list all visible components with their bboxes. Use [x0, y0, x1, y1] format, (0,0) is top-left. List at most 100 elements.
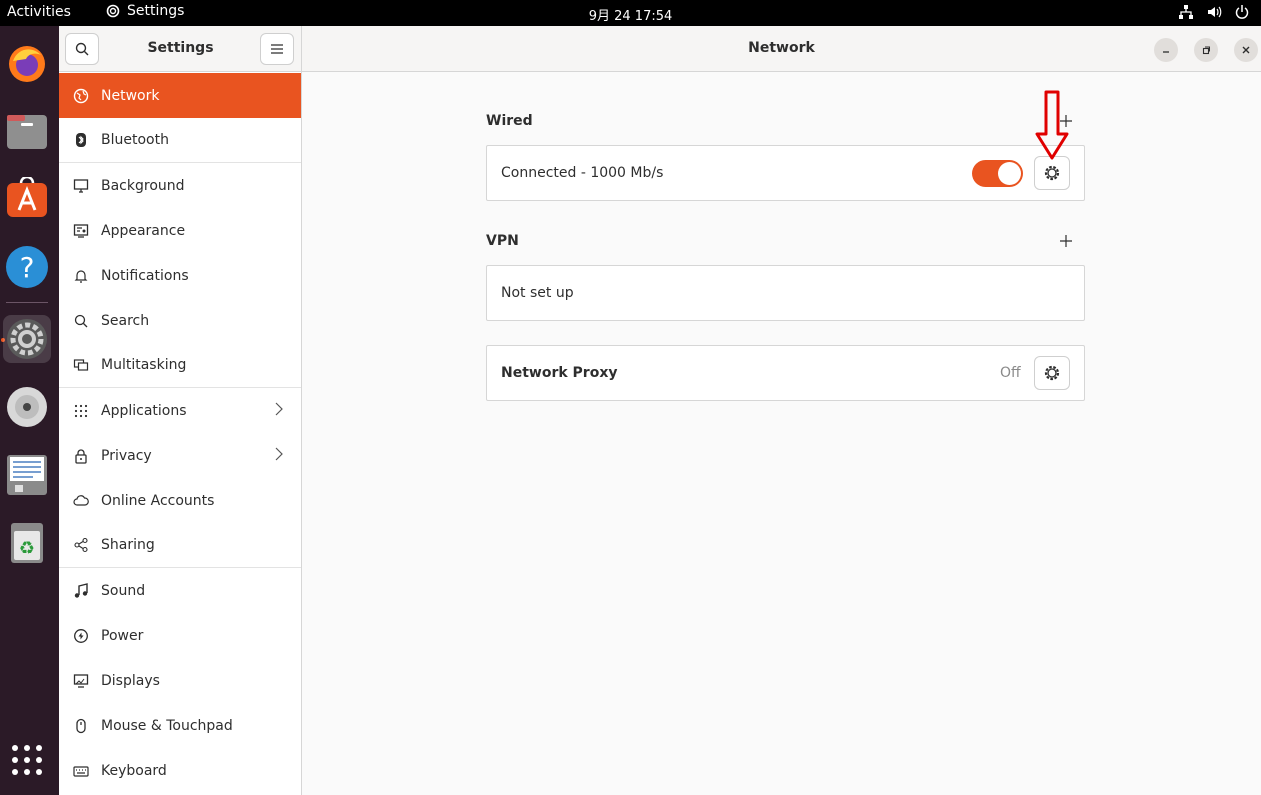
cloud-icon — [73, 493, 89, 509]
sidebar-item-label: Multitasking — [101, 357, 187, 373]
multitasking-icon — [73, 357, 89, 373]
toggle-knob — [998, 162, 1021, 185]
svg-text:♻: ♻ — [19, 538, 35, 559]
sidebar-item-label: Mouse & Touchpad — [101, 717, 233, 734]
sidebar-item-label: Displays — [101, 672, 160, 689]
dock: ? ♻ — [0, 26, 59, 795]
sidebar-item-keyboard[interactable]: Keyboard — [59, 748, 301, 793]
top-bar: Activities Settings 9月 24 17:54 — [0, 0, 1261, 26]
network-wired-icon[interactable] — [1177, 3, 1195, 21]
sidebar-item-label: Privacy — [101, 447, 152, 464]
disc-icon[interactable] — [3, 383, 51, 431]
power-icon[interactable] — [1233, 3, 1251, 21]
plus-icon — [1060, 235, 1072, 247]
display-icon — [73, 673, 89, 689]
vpn-row: Not set up — [486, 265, 1085, 321]
sidebar-item-label: Bluetooth — [101, 132, 169, 148]
sidebar-item-label: Applications — [101, 402, 187, 419]
hamburger-icon — [271, 44, 283, 54]
app-center-icon[interactable] — [3, 175, 51, 223]
maximize-button[interactable] — [1194, 38, 1218, 62]
proxy-settings-button[interactable] — [1034, 356, 1070, 390]
search-icon — [73, 313, 89, 329]
sidebar-item-power[interactable]: Power — [59, 613, 301, 658]
sidebar-item-privacy[interactable]: Privacy — [59, 433, 301, 478]
text-editor-icon[interactable] — [3, 451, 51, 499]
vpn-section-label: VPN — [486, 233, 519, 249]
sidebar-item-network[interactable]: Network — [59, 73, 301, 118]
appearance-icon — [73, 223, 89, 239]
page-title: Network — [748, 40, 815, 56]
sidebar-item-sharing[interactable]: Sharing — [59, 523, 301, 568]
sidebar-item-label: Keyboard — [101, 762, 167, 779]
lock-icon — [73, 448, 89, 464]
network-proxy-row[interactable]: Network Proxy Off — [486, 345, 1085, 401]
globe-icon — [73, 88, 89, 104]
keyboard-icon — [73, 763, 89, 779]
network-panel: Network Wired Connected - 1000 Mb/s VPN … — [302, 26, 1261, 795]
wired-toggle[interactable] — [972, 160, 1023, 187]
wired-section-label: Wired — [486, 113, 533, 129]
menu-button[interactable] — [260, 33, 294, 65]
app-name: Settings — [127, 3, 185, 19]
proxy-status: Off — [1000, 365, 1021, 381]
monitor-icon — [73, 178, 89, 194]
system-tray[interactable] — [1177, 3, 1251, 21]
gear-icon — [1044, 365, 1060, 381]
restore-icon — [1202, 46, 1210, 55]
sidebar-item-bluetooth[interactable]: Bluetooth — [59, 118, 301, 163]
chevron-right-icon — [275, 402, 283, 420]
sidebar-item-label: Network — [101, 87, 160, 104]
svg-text:?: ? — [20, 251, 35, 284]
power-icon — [73, 628, 89, 644]
settings-sidebar: Settings Network Bluetooth Background Ap… — [59, 26, 302, 795]
sidebar-item-displays[interactable]: Displays — [59, 658, 301, 703]
add-vpn-button[interactable] — [1056, 231, 1076, 251]
grid-icon — [73, 403, 89, 419]
files-icon[interactable] — [3, 107, 51, 155]
sidebar-item-background[interactable]: Background — [59, 163, 301, 208]
sidebar-item-label: Notifications — [101, 267, 189, 284]
settings-app-icon[interactable] — [3, 315, 51, 363]
sidebar-list: Network Bluetooth Background Appearance … — [59, 73, 301, 793]
help-icon[interactable]: ? — [3, 243, 51, 291]
sidebar-item-notifications[interactable]: Notifications — [59, 253, 301, 298]
show-apps-icon[interactable] — [3, 736, 51, 784]
share-icon — [73, 537, 89, 553]
settings-gear-icon — [106, 4, 120, 18]
sidebar-item-label: Online Accounts — [101, 492, 215, 509]
minimize-button[interactable] — [1154, 38, 1178, 62]
sidebar-item-online-accounts[interactable]: Online Accounts — [59, 478, 301, 523]
firefox-icon[interactable] — [3, 39, 51, 87]
annotation-arrow-icon — [1035, 90, 1069, 160]
sidebar-item-label: Sharing — [101, 537, 155, 553]
sidebar-item-appearance[interactable]: Appearance — [59, 208, 301, 253]
sidebar-item-label: Sound — [101, 582, 146, 599]
volume-icon[interactable] — [1205, 3, 1223, 21]
sidebar-item-search[interactable]: Search — [59, 298, 301, 343]
sidebar-item-mouse-touchpad[interactable]: Mouse & Touchpad — [59, 703, 301, 748]
music-icon — [73, 582, 89, 599]
vpn-status: Not set up — [501, 285, 574, 301]
sidebar-item-sound[interactable]: Sound — [59, 568, 301, 613]
trash-icon[interactable]: ♻ — [3, 519, 51, 567]
sidebar-item-applications[interactable]: Applications — [59, 388, 301, 433]
mouse-icon — [73, 718, 89, 734]
minimize-icon — [1163, 51, 1169, 53]
close-button[interactable] — [1234, 38, 1258, 62]
wired-connection-row: Connected - 1000 Mb/s — [486, 145, 1085, 201]
sidebar-item-multitasking[interactable]: Multitasking — [59, 343, 301, 388]
close-icon — [1242, 46, 1250, 54]
sidebar-item-label: Appearance — [101, 222, 186, 239]
activities-button[interactable]: Activities — [7, 4, 71, 20]
sidebar-item-label: Search — [101, 312, 150, 329]
bluetooth-icon — [73, 132, 89, 148]
proxy-label: Network Proxy — [501, 365, 618, 381]
sidebar-item-label: Power — [101, 627, 144, 644]
dock-separator — [6, 302, 48, 303]
wired-status: Connected - 1000 Mb/s — [501, 165, 664, 181]
sidebar-header: Settings — [59, 26, 301, 72]
clock[interactable]: 9月 24 17:54 — [0, 5, 1261, 24]
app-menu[interactable]: Settings — [105, 3, 184, 19]
sidebar-item-label: Background — [101, 177, 185, 194]
